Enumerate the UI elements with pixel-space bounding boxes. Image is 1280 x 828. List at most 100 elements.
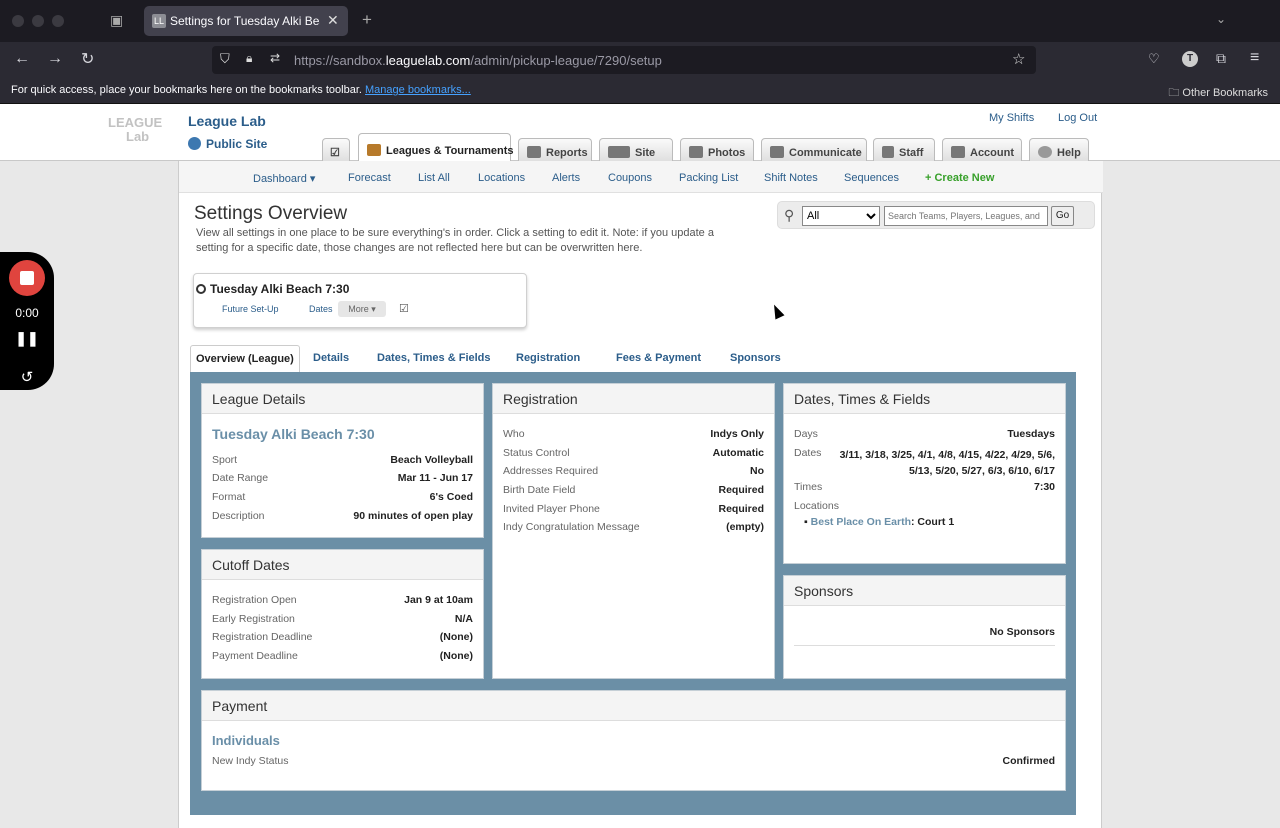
forward-arrow-icon[interactable]: → — [47, 50, 63, 68]
main-tab-label: Reports — [546, 147, 588, 159]
url-text[interactable]: https://sandbox.leaguelab.com/admin/pick… — [294, 53, 662, 68]
log-out-link[interactable]: Log Out — [1058, 112, 1097, 124]
pocket-icon[interactable]: ♡ — [1148, 51, 1160, 67]
row-value: 90 minutes of open play — [353, 510, 473, 522]
row-value: Tuesdays — [1007, 428, 1055, 440]
tab-sponsors[interactable]: Sponsors — [730, 346, 781, 371]
reload-icon[interactable]: ↻ — [81, 49, 94, 69]
url-bar[interactable]: ⛉ 🔒︎ ⇄ https://sandbox.leaguelab.com/adm… — [212, 46, 1036, 74]
main-tab-photos[interactable]: Photos — [680, 138, 754, 162]
sponsors-box[interactable]: Sponsors No Sponsors — [783, 575, 1066, 679]
cutoff-dates-box[interactable]: Cutoff Dates Registration Open Jan 9 at 1… — [201, 549, 484, 679]
registration-box[interactable]: Registration Who Indys Only Status Contro… — [492, 383, 775, 679]
pause-icon[interactable]: ❚❚ — [0, 330, 54, 347]
bookmarks-hint: For quick access, place your bookmarks h… — [11, 84, 471, 96]
subnav-dashboard[interactable]: Dashboard ▾ — [253, 172, 315, 185]
my-shifts-link[interactable]: My Shifts — [989, 112, 1034, 124]
checkbox-icon[interactable]: ☑ — [399, 302, 409, 315]
browser-tab[interactable]: LL Settings for Tuesday Alki Beach ✕ — [144, 6, 348, 36]
main-tab-leagues-tournaments[interactable]: Leagues & Tournaments — [358, 133, 514, 162]
detail-row: Format 6's Coed — [212, 491, 473, 507]
subnav-create-new[interactable]: + Create New — [925, 172, 994, 184]
staff-icon — [882, 146, 894, 158]
tab-overview-icon[interactable]: ▣ — [110, 12, 123, 29]
extensions-icon[interactable]: ⧉ — [1216, 50, 1226, 67]
lock-icon[interactable]: 🔒︎ — [246, 51, 252, 66]
tab-dates-times-fields[interactable]: Dates, Times & Fields — [377, 346, 491, 371]
main-tab-staff[interactable]: Staff — [873, 138, 935, 162]
subnav-coupons[interactable]: Coupons — [608, 172, 652, 184]
restart-icon[interactable]: ↺ — [0, 368, 54, 386]
folder-icon: 🗀︎ — [1168, 87, 1183, 99]
dates-link[interactable]: Dates — [309, 304, 333, 314]
dates-times-fields-box[interactable]: Dates, Times & Fields Days Tuesdays Dates… — [783, 383, 1066, 564]
tab-list-chevron-icon[interactable]: ⌄ — [1216, 12, 1226, 26]
league-details-box[interactable]: League Details Tuesday Alki Beach 7:30 S… — [201, 383, 484, 538]
window-maximize-button[interactable] — [52, 15, 64, 27]
league-lab-logo[interactable]: LEAGUE Lab — [108, 116, 174, 150]
dates-times-fields-header: Dates, Times & Fields — [784, 384, 1065, 414]
profile-avatar[interactable]: T — [1182, 51, 1198, 67]
window-close-button[interactable] — [12, 15, 24, 27]
search-scope-select[interactable]: All — [802, 206, 880, 226]
subnav-alerts[interactable]: Alerts — [552, 172, 580, 184]
tab-registration[interactable]: Registration — [516, 346, 580, 371]
subnav-list-all[interactable]: List All — [418, 172, 450, 184]
row-value: (empty) — [726, 521, 764, 533]
tab-fees-payment[interactable]: Fees & Payment — [616, 346, 701, 371]
subnav-packing-list[interactable]: Packing List — [679, 172, 738, 184]
registration-header: Registration — [493, 384, 774, 414]
league-card: Tuesday Alki Beach 7:30 Future Set-Up Da… — [193, 273, 527, 328]
main-tab-label: Leagues & Tournaments — [386, 145, 514, 157]
help-icon — [1038, 146, 1052, 158]
main-tab-tasks[interactable]: ☑ — [322, 138, 350, 162]
location-link[interactable]: Best Place On Earth — [811, 516, 911, 528]
subnav-sequences[interactable]: Sequences — [844, 172, 899, 184]
photos-icon — [689, 146, 703, 158]
tab-close-icon[interactable]: ✕ — [327, 12, 339, 29]
public-site-link[interactable]: Public Site — [188, 137, 267, 151]
league-name[interactable]: Tuesday Alki Beach 7:30 — [212, 426, 375, 442]
tab-details[interactable]: Details — [313, 346, 349, 371]
subnav-forecast[interactable]: Forecast — [348, 172, 391, 184]
row-key: Date Range — [212, 472, 269, 484]
subnav-locations[interactable]: Locations — [478, 172, 525, 184]
detail-row: Date Range Mar 11 - Jun 17 — [212, 472, 473, 488]
main-tab-help[interactable]: Help — [1029, 138, 1089, 162]
menu-icon[interactable]: ≡ — [1250, 49, 1259, 67]
main-tab-label: Site — [635, 147, 656, 159]
dates-line1: 3/11, 3/18, 3/25, 4/1, 4/8, 4/15, 4/22, … — [839, 449, 1055, 461]
main-tab-reports[interactable]: Reports — [518, 138, 592, 162]
back-arrow-icon[interactable]: ← — [14, 50, 30, 68]
more-dropdown-button[interactable]: More ▾ — [338, 301, 386, 317]
bookmarks-toolbar: For quick access, place your bookmarks h… — [0, 78, 1280, 104]
location-item: ▪ Best Place On Earth: Court 1 — [804, 516, 955, 528]
screen-recorder-widget: 0:00 ❚❚ ↺ — [0, 252, 54, 390]
go-button[interactable]: Go — [1051, 206, 1074, 226]
main-tab-site[interactable]: Site — [599, 138, 673, 162]
row-value: Required — [718, 503, 764, 515]
clipboard-icon — [367, 144, 381, 156]
detail-row: Description 90 minutes of open play — [212, 510, 473, 526]
web-page: LEAGUE Lab League Lab Public Site My Shi… — [0, 104, 1280, 828]
main-tab-communicate[interactable]: Communicate — [761, 138, 867, 162]
tab-overview-league[interactable]: Overview (League) — [190, 345, 300, 372]
new-tab-icon[interactable]: + — [362, 10, 372, 30]
stop-recording-button[interactable] — [9, 260, 45, 296]
payment-box[interactable]: Payment Individuals New Indy Status Confi… — [201, 690, 1066, 791]
manage-bookmarks-link[interactable]: Manage bookmarks... — [365, 84, 471, 96]
subnav-shift-notes[interactable]: Shift Notes — [764, 172, 818, 184]
future-setup-link[interactable]: Future Set-Up — [222, 304, 279, 314]
shield-icon[interactable]: ⛉ — [220, 51, 230, 67]
main-tab-account[interactable]: Account — [942, 138, 1022, 162]
other-bookmarks[interactable]: 🗀︎ Other Bookmarks — [1168, 84, 1268, 103]
row-value: (None) — [439, 631, 473, 643]
permissions-icon[interactable]: ⇄ — [270, 51, 280, 65]
window-minimize-button[interactable] — [32, 15, 44, 27]
location-court: : Court 1 — [911, 516, 955, 528]
main-content: Dashboard ▾ Forecast List All Locations … — [178, 161, 1103, 828]
brand-name[interactable]: League Lab — [188, 113, 266, 129]
url-domain: leaguelab.com — [385, 53, 471, 68]
search-input[interactable] — [884, 206, 1048, 226]
bookmark-star-icon[interactable]: ☆ — [1012, 50, 1025, 68]
